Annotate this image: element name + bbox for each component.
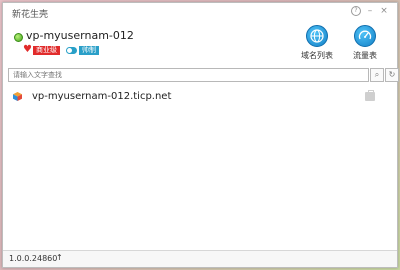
domain-list: vp-myusernam-012.ticp.net (3, 86, 397, 244)
domain-list-button[interactable]: 域名列表 (295, 25, 339, 61)
toggle-icon (65, 46, 77, 54)
version-label: 1.0.0.24860 (9, 254, 58, 263)
search-bar: ⌕ ↻ (8, 68, 399, 82)
traffic-label: 流量表 (353, 51, 377, 60)
traffic-button[interactable]: 流量表 (343, 25, 387, 61)
heart-icon: ♥ (23, 44, 32, 55)
username-label: vp-myusernam-012 (26, 29, 134, 42)
account-badges: ♥ 商业级 帅制 (23, 45, 99, 55)
service-level-badge[interactable]: ♥ 商业级 (23, 45, 60, 55)
account-header: vp-myusernam-012 ♥ 商业级 帅制 域名列表 流量表 (3, 21, 397, 67)
close-button[interactable]: × (379, 6, 389, 16)
search-icon[interactable]: ⌕ (370, 68, 384, 82)
cube-icon (13, 92, 22, 101)
gauge-icon (354, 25, 376, 47)
title-bar: 新花生壳 ? – × (3, 3, 397, 21)
window-title: 新花生壳 (12, 10, 49, 20)
search-input[interactable] (8, 68, 369, 82)
mode-label: 帅制 (78, 45, 99, 55)
arrow-up-icon[interactable]: ↑ (56, 253, 63, 262)
domain-list-label: 域名列表 (301, 51, 333, 60)
domain-name[interactable]: vp-myusernam-012.ticp.net (32, 91, 171, 102)
app-window: 新花生壳 ? – × vp-myusernam-012 ♥ 商业级 帅制 域名列… (2, 2, 399, 268)
service-level-label: 商业级 (32, 45, 60, 55)
list-item[interactable]: vp-myusernam-012.ticp.net (3, 86, 397, 108)
window-controls: ? – × (351, 6, 389, 16)
mode-badge[interactable]: 帅制 (65, 45, 99, 55)
minimize-button[interactable]: – (365, 6, 375, 16)
online-status-icon (14, 33, 23, 42)
status-bar: 1.0.0.24860 ↑ (3, 250, 397, 267)
briefcase-icon[interactable] (365, 90, 375, 101)
refresh-icon[interactable]: ↻ (385, 68, 399, 82)
help-button[interactable]: ? (351, 6, 361, 16)
globe-icon (306, 25, 328, 47)
